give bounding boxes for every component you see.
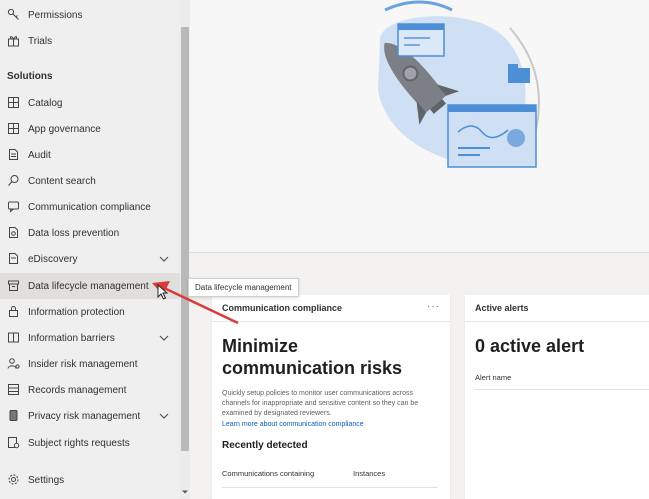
- section-divider: [190, 252, 649, 253]
- nav-label: Insider risk management: [28, 358, 138, 370]
- sidebar-scrollbar-thumb[interactable]: [181, 27, 189, 451]
- barrier-icon: [8, 332, 19, 343]
- nav-item-records-management[interactable]: Records management: [0, 377, 180, 403]
- nav-item-privacy-risk-management[interactable]: Privacy risk management: [0, 403, 180, 429]
- nav-item-data-lifecycle-management[interactable]: Data lifecycle management: [0, 273, 180, 299]
- request-icon: [8, 437, 20, 449]
- nav-label: Content search: [28, 175, 96, 187]
- scroll-down-arrow-icon[interactable]: [181, 488, 189, 496]
- lock-icon: [9, 306, 18, 317]
- card-heading-line2: communication risks: [222, 358, 403, 378]
- nav-item-insider-risk-management[interactable]: Insider risk management: [0, 351, 180, 377]
- nav-item-information-protection[interactable]: Information protection: [0, 299, 180, 325]
- catalog-icon: [8, 97, 19, 108]
- nav-label: Privacy risk management: [28, 410, 141, 422]
- gift-icon: [8, 36, 19, 47]
- communication-compliance-card: Communication compliance ··· Minimize co…: [212, 295, 450, 499]
- more-options-button[interactable]: ···: [427, 301, 440, 312]
- nav-item-audit[interactable]: Audit: [0, 142, 180, 168]
- app-governance-icon: [8, 123, 19, 134]
- column-header-communications[interactable]: Communications containing: [222, 469, 314, 478]
- card-heading-line1: Minimize: [222, 336, 299, 356]
- nav-item-trials[interactable]: Trials: [0, 28, 180, 54]
- nav-label: Trials: [28, 35, 53, 47]
- card-header: Active alerts: [465, 295, 649, 322]
- nav-label: Audit: [28, 149, 51, 161]
- nav-item-app-governance[interactable]: App governance: [0, 116, 180, 142]
- nav-item-information-barriers[interactable]: Information barriers: [0, 325, 180, 351]
- nav-label: eDiscovery: [28, 253, 78, 265]
- mouse-cursor-icon: [157, 284, 169, 300]
- table-divider: [475, 389, 649, 390]
- tooltip: Data lifecycle management: [188, 278, 299, 297]
- nav-label: Permissions: [28, 9, 83, 21]
- nav-label: Information protection: [28, 306, 125, 318]
- card-title: Communication compliance: [222, 303, 343, 313]
- hero-panel: [190, 0, 649, 252]
- nav-item-data-loss-prevention[interactable]: Data loss prevention: [0, 220, 180, 246]
- gear-icon: [8, 474, 19, 485]
- nav-item-permissions[interactable]: Permissions: [0, 2, 180, 28]
- card-header: Communication compliance ···: [212, 295, 450, 322]
- card-title: Active alerts: [475, 303, 529, 313]
- active-alerts-card: Active alerts 0 active alert Alert name: [465, 295, 649, 499]
- nav-item-subject-rights-requests[interactable]: Subject rights requests: [0, 430, 180, 456]
- nav-label: Data loss prevention: [28, 227, 120, 239]
- privacy-icon: [9, 410, 18, 421]
- nav-label: Communication compliance: [28, 201, 151, 213]
- nav-item-communication-compliance[interactable]: Communication compliance: [0, 194, 180, 220]
- chevron-down-icon[interactable]: [159, 334, 169, 342]
- records-icon: [8, 384, 19, 395]
- nav-label: Settings: [28, 474, 65, 486]
- nav-label: Data lifecycle management: [28, 280, 149, 292]
- column-header-alert-name[interactable]: Alert name: [475, 373, 511, 382]
- key-icon: [7, 8, 19, 20]
- rocket-illustration-icon: [378, 0, 540, 168]
- audit-icon: [9, 149, 18, 160]
- chevron-down-icon[interactable]: [159, 255, 169, 263]
- archive-icon: [8, 280, 19, 291]
- nav-item-content-search[interactable]: Content search: [0, 168, 180, 194]
- nav-label: Records management: [28, 384, 127, 396]
- card-description: Quickly setup policies to monitor user c…: [222, 390, 419, 417]
- nav-label: Information barriers: [28, 332, 115, 344]
- table-divider: [222, 487, 438, 488]
- recently-detected-heading: Recently detected: [222, 440, 308, 451]
- search-icon: [8, 175, 19, 186]
- chevron-down-icon[interactable]: [159, 412, 169, 420]
- chat-icon: [8, 201, 19, 213]
- nav-label: Subject rights requests: [28, 437, 130, 449]
- nav-item-ediscovery[interactable]: eDiscovery: [0, 246, 180, 272]
- active-alert-count: 0 active alert: [475, 336, 585, 356]
- nav-item-settings[interactable]: Settings: [0, 467, 180, 493]
- learn-more-link[interactable]: Learn more about communication complianc…: [222, 421, 364, 428]
- nav-label: Catalog: [28, 97, 63, 109]
- ediscovery-icon: [9, 253, 18, 264]
- person-risk-icon: [7, 358, 20, 369]
- nav-label: App governance: [28, 123, 101, 135]
- left-nav: Permissions Trials Solutions Catalog App…: [0, 0, 180, 499]
- shield-doc-icon: [9, 227, 18, 238]
- column-header-instances[interactable]: Instances: [353, 469, 385, 478]
- section-title-solutions: Solutions: [7, 71, 53, 82]
- nav-item-catalog[interactable]: Catalog: [0, 90, 180, 116]
